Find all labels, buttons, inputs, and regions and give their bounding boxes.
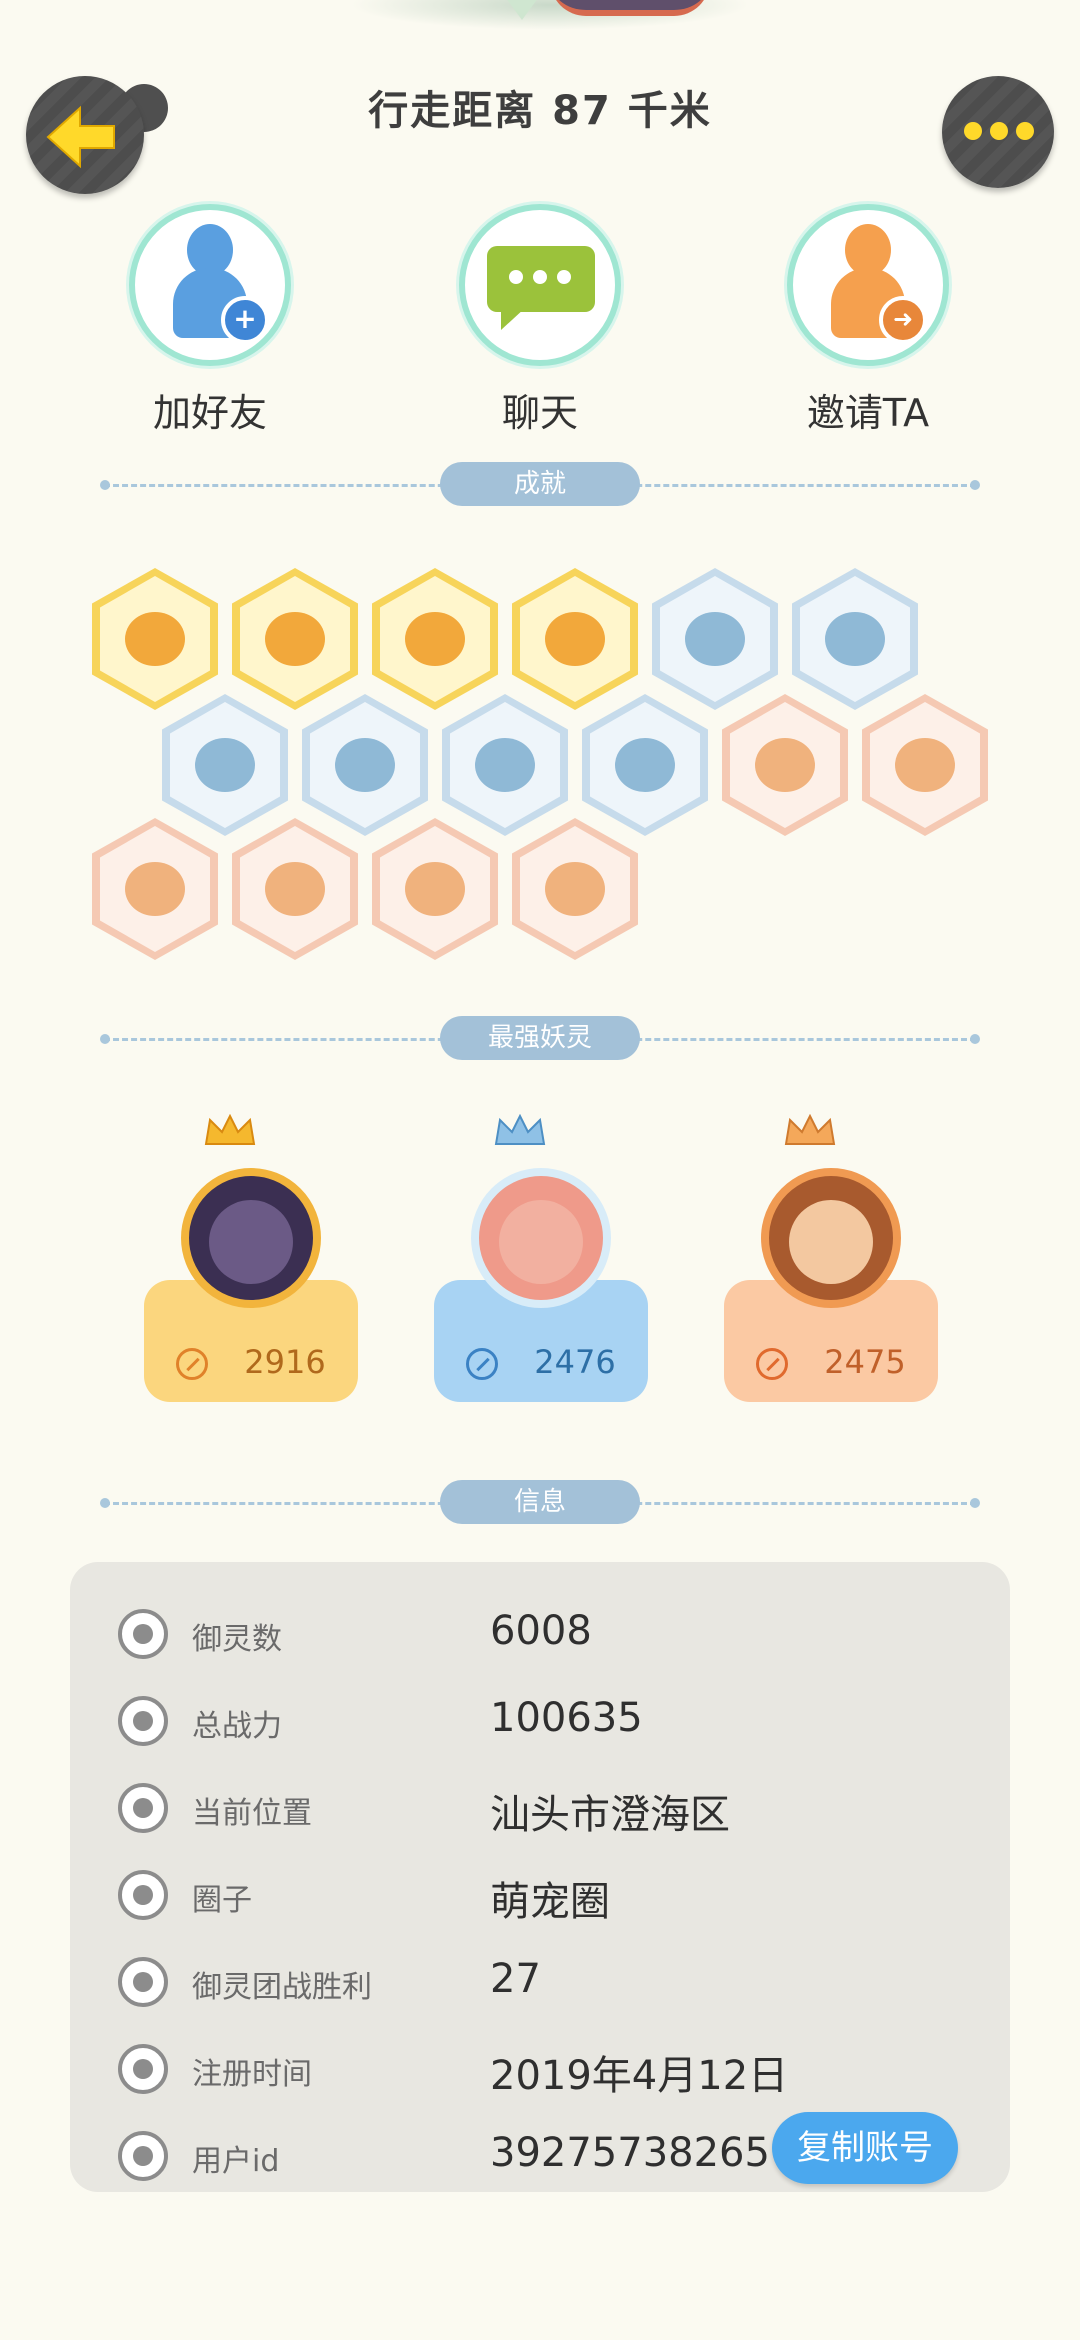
achievement-badge[interactable]	[232, 818, 358, 960]
achievement-badge[interactable]	[652, 568, 778, 710]
info-value: 100635	[490, 1695, 643, 1741]
pet-card[interactable]: 2916	[144, 1112, 358, 1402]
pet-power: 2475	[824, 1343, 906, 1381]
pet-avatar	[181, 1168, 321, 1308]
figure-icon	[335, 738, 395, 792]
koi-icon	[265, 862, 325, 916]
spirit-icon	[118, 1609, 168, 1659]
stroller-icon	[125, 862, 185, 916]
info-row-user-id: 用户id 39275738265 复制账号	[70, 2112, 1010, 2186]
invite-icon: ➜	[787, 204, 949, 366]
achievement-badge[interactable]	[792, 568, 918, 710]
chat-icon	[459, 204, 621, 366]
pet-avatar	[761, 1168, 901, 1308]
achievement-badge[interactable]	[92, 568, 218, 710]
crown-icon	[784, 1114, 836, 1145]
more-icon	[964, 122, 1034, 140]
info-row-register-date: 注册时间 2019年4月12日	[70, 2039, 1010, 2099]
location-icon	[118, 1783, 168, 1833]
statue-icon	[545, 862, 605, 916]
copy-account-button[interactable]: 复制账号	[772, 2112, 958, 2184]
stone-icon	[895, 738, 955, 792]
achievement-badge[interactable]	[582, 694, 708, 836]
circle-icon	[118, 1870, 168, 1920]
achievement-badge[interactable]	[162, 694, 288, 836]
trophy-icon	[118, 1957, 168, 2007]
achievement-badge[interactable]	[92, 818, 218, 960]
achievement-badge[interactable]	[442, 694, 568, 836]
info-value: 27	[490, 1956, 541, 2002]
info-value: 汕头市澄海区	[490, 1792, 730, 1838]
pet-avatar	[471, 1168, 611, 1308]
achievement-badge[interactable]	[302, 694, 428, 836]
info-label: 用户id	[192, 2144, 280, 2179]
power-icon	[466, 1348, 499, 1380]
page-title: 行走距离 87 千米	[368, 88, 712, 134]
info-row-team-wins: 御灵团战胜利 27	[70, 1952, 1010, 2012]
pet-card[interactable]: 2476	[434, 1112, 648, 1402]
info-row-location: 当前位置 汕头市澄海区	[70, 1778, 1010, 1838]
invite-button[interactable]: ➜ 邀请TA	[758, 204, 978, 437]
scroll-icon	[405, 862, 465, 916]
add-friend-button[interactable]: + 加好友	[100, 204, 320, 437]
info-row-spirit-count: 御灵数 6008	[70, 1604, 1010, 1664]
info-panel: 御灵数 6008 总战力 100635 当前位置 汕头市澄海区 圈子 萌宠圈 御…	[70, 1562, 1010, 2192]
pet-power: 2916	[244, 1343, 326, 1381]
crown-icon	[494, 1114, 546, 1145]
info-value: 2019年4月12日	[490, 2053, 789, 2099]
book-icon	[545, 612, 605, 666]
invite-label: 邀请TA	[806, 391, 930, 435]
achievements-divider: 成就	[100, 462, 980, 506]
moon-icon	[825, 612, 885, 666]
yinyang-icon	[405, 612, 465, 666]
achievement-badge[interactable]	[372, 568, 498, 710]
pet-preview	[550, 0, 710, 16]
target-icon	[685, 612, 745, 666]
sneaker-icon	[755, 738, 815, 792]
chat-label: 聊天	[501, 391, 578, 435]
info-value: 39275738265	[490, 2130, 770, 2176]
creature-icon	[615, 738, 675, 792]
achievement-badge[interactable]	[372, 818, 498, 960]
info-label: 圈子	[192, 1883, 252, 1918]
achievement-badge[interactable]	[232, 568, 358, 710]
cat-face-icon	[125, 612, 185, 666]
info-label: 御灵团战胜利	[192, 1970, 372, 2005]
clock-icon	[118, 2044, 168, 2094]
sword-icon	[118, 1696, 168, 1746]
achievement-badge[interactable]	[862, 694, 988, 836]
power-icon	[176, 1348, 209, 1380]
strongest-divider: 最强妖灵	[100, 1016, 980, 1060]
orb-icon	[265, 612, 325, 666]
info-value: 6008	[490, 1608, 592, 1654]
chat-button[interactable]: 聊天	[430, 204, 650, 437]
info-row-total-power: 总战力 100635	[70, 1691, 1010, 1751]
top-decoration	[350, 0, 750, 30]
achievement-badge[interactable]	[512, 568, 638, 710]
add-friend-label: 加好友	[152, 391, 267, 435]
info-label: 当前位置	[192, 1796, 312, 1831]
info-row-circle: 圈子 萌宠圈	[70, 1865, 1010, 1925]
id-icon	[118, 2131, 168, 2181]
info-label: 总战力	[192, 1709, 282, 1744]
yinyang-wave-icon	[195, 738, 255, 792]
info-title: 信息	[440, 1480, 640, 1524]
more-button[interactable]	[942, 76, 1054, 188]
pet-card[interactable]: 2475	[724, 1112, 938, 1402]
crown-icon	[204, 1114, 256, 1145]
add-friend-icon: +	[129, 204, 291, 366]
info-label: 御灵数	[192, 1622, 282, 1657]
pet-icon	[475, 738, 535, 792]
info-label: 注册时间	[192, 2057, 312, 2092]
chevron-decoration	[500, 0, 544, 20]
pet-power: 2476	[534, 1343, 616, 1381]
strongest-title: 最强妖灵	[440, 1016, 640, 1060]
info-value: 萌宠圈	[490, 1879, 610, 1925]
power-icon	[756, 1348, 789, 1380]
achievement-badge[interactable]	[512, 818, 638, 960]
achievements-title: 成就	[440, 462, 640, 506]
info-divider: 信息	[100, 1480, 980, 1524]
achievement-badge[interactable]	[722, 694, 848, 836]
